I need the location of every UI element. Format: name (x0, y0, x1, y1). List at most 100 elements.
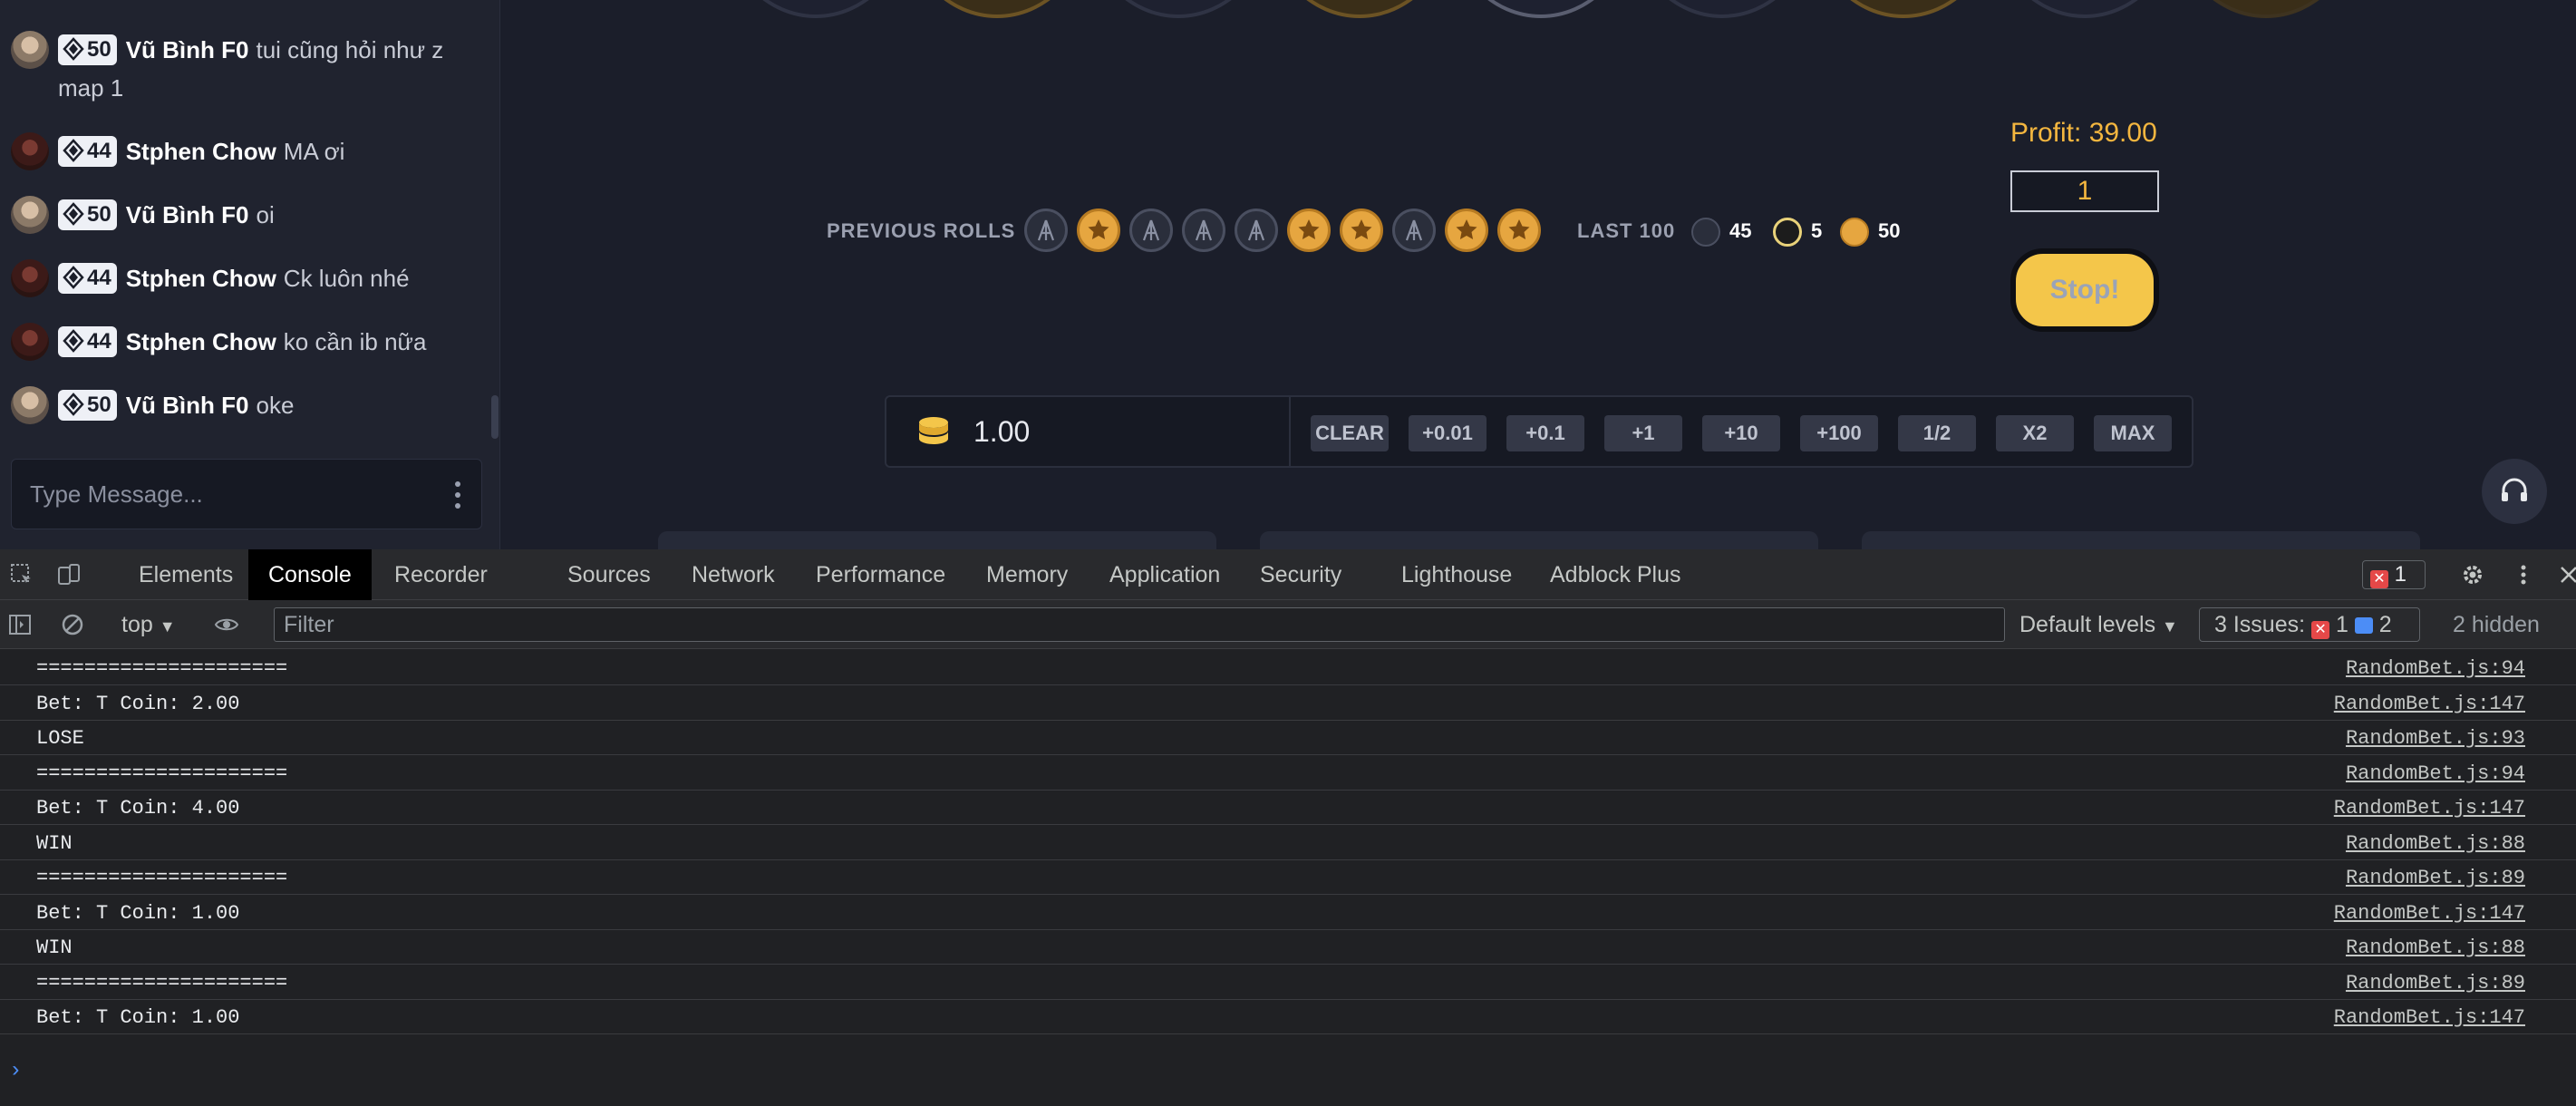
console-log-source-link[interactable]: RandomBet.js:147 (2334, 693, 2525, 715)
chat-scrollbar[interactable] (491, 395, 499, 439)
roll-ct-coin (1024, 209, 1068, 252)
level-badge: 44 (58, 263, 117, 294)
console-log-source-link[interactable]: RandomBet.js:88 (2346, 936, 2525, 959)
bet-card-bonus (1260, 531, 1818, 549)
avatar[interactable] (11, 386, 49, 424)
avatar[interactable] (11, 31, 49, 69)
chat-username[interactable]: Vũ Bình F0 (126, 392, 249, 419)
roulette-coin-t (906, 0, 1088, 18)
devtools-tab-bar: Elements Console Recorder Sources Network Per… (0, 549, 2576, 600)
chat-text: ko cần ib nữa (283, 328, 427, 355)
settings-gear-icon[interactable] (2460, 562, 2485, 587)
avatar[interactable] (11, 196, 49, 234)
bet-button-1[interactable]: +1 (1604, 415, 1682, 451)
bet-amount-value: 1.00 (973, 415, 1031, 448)
console-log-source-link[interactable]: RandomBet.js:147 (2334, 797, 2525, 820)
tab-security[interactable]: Security (1240, 549, 1361, 600)
tab-console[interactable]: Console (248, 549, 372, 600)
diamond-icon (63, 202, 84, 226)
chat-message-body: 50 Vũ Bình F0 oke (58, 386, 475, 424)
chat-username[interactable]: Stphen Chow (126, 138, 276, 165)
tab-application[interactable]: Application (1089, 549, 1240, 600)
console-log-row: ===================== RandomBet.js:94 (0, 651, 2576, 685)
chat-username[interactable]: Stphen Chow (126, 265, 276, 292)
chat-username[interactable]: Stphen Chow (126, 328, 276, 355)
avatar[interactable] (11, 132, 49, 170)
bet-button-0-1[interactable]: +0.1 (1506, 415, 1584, 451)
roll-ct-coin (1182, 209, 1225, 252)
console-log-row: ===================== RandomBet.js:89 (0, 860, 2576, 895)
ct-coin-icon (1691, 218, 1720, 247)
chat-username[interactable]: Vũ Bình F0 (126, 36, 249, 63)
console-log-message: WIN (36, 831, 73, 855)
issues-button[interactable]: 3 Issues: ✕ 1 2 (2199, 607, 2420, 642)
diamond-icon (63, 329, 84, 353)
avatar[interactable] (11, 323, 49, 361)
level-badge: 44 (58, 326, 117, 357)
inspect-element-icon[interactable] (9, 562, 34, 587)
game-page: 50 Vũ Bình F0 tui cũng hỏi như z map 1 44 St… (0, 0, 2576, 549)
roulette-coin-ct (725, 0, 906, 18)
roll-t-coin (1445, 209, 1488, 252)
console-log-message: ===================== (36, 971, 288, 994)
close-icon[interactable] (2556, 562, 2576, 587)
stop-button[interactable]: Stop! (2010, 248, 2159, 332)
bet-button-10[interactable]: +10 (1702, 415, 1780, 451)
more-options-icon[interactable] (2511, 562, 2536, 587)
chat-username[interactable]: Vũ Bình F0 (126, 201, 249, 228)
issue-message-icon (2354, 617, 2373, 634)
tab-adblock-plus[interactable]: Adblock Plus (1530, 549, 1701, 600)
console-log-message: ===================== (36, 762, 288, 785)
log-levels-dropdown[interactable]: Default levels ▼ (2019, 607, 2178, 642)
console-log-row: Bet: T Coin: 1.00 RandomBet.js:147 (0, 896, 2576, 930)
tab-network[interactable]: Network (672, 549, 795, 600)
console-log-message: LOSE (36, 727, 84, 750)
console-log-source-link[interactable]: RandomBet.js:94 (2346, 657, 2525, 680)
roulette-coin-ct (1450, 0, 1632, 18)
bet-button-0-01[interactable]: +0.01 (1409, 415, 1487, 451)
tab-sources[interactable]: Sources (547, 549, 671, 600)
console-log-message: Bet: T Coin: 4.00 (36, 797, 240, 820)
chat-message-body: 44 Stphen Chow Ck luôn nhé (58, 259, 475, 297)
bet-button-100[interactable]: +100 (1800, 415, 1878, 451)
device-toolbar-icon[interactable] (56, 562, 82, 587)
eye-icon[interactable] (214, 612, 239, 637)
tab-elements[interactable]: Elements (119, 549, 253, 600)
console-log-source-link[interactable]: RandomBet.js:93 (2346, 727, 2525, 750)
console-log-source-link[interactable]: RandomBet.js:89 (2346, 867, 2525, 889)
bet-button-max[interactable]: MAX (2094, 415, 2172, 451)
devtools-panel: Elements Console Recorder Sources Network Per… (0, 549, 2576, 1106)
console-log-row: WIN RandomBet.js:88 (0, 826, 2576, 860)
console-log-source-link[interactable]: RandomBet.js:94 (2346, 762, 2525, 785)
sidebar-toggle-icon[interactable] (7, 612, 33, 637)
context-selector[interactable]: top ▼ (121, 607, 176, 642)
clear-console-icon[interactable] (60, 612, 85, 637)
console-log-source-link[interactable]: RandomBet.js:88 (2346, 832, 2525, 855)
console-log-row: Bet: T Coin: 2.00 RandomBet.js:147 (0, 686, 2576, 721)
bet-button-x2[interactable]: X2 (1996, 415, 2074, 451)
avatar[interactable] (11, 259, 49, 297)
tab-lighthouse[interactable]: Lighthouse (1381, 549, 1532, 600)
bet-amount-field[interactable]: 1.00 (886, 397, 1291, 466)
console-log-source-link[interactable]: RandomBet.js:147 (2334, 1006, 2525, 1029)
support-button[interactable] (2482, 459, 2547, 524)
issue-error-icon: ✕ (2311, 621, 2330, 639)
bet-button-1-2[interactable]: 1/2 (1898, 415, 1976, 451)
console-log-row: WIN RandomBet.js:88 (0, 930, 2576, 965)
tab-performance[interactable]: Performance (796, 549, 965, 600)
auto-bet-input[interactable] (2010, 170, 2159, 212)
more-vertical-icon[interactable] (454, 481, 461, 510)
console-log-message: ===================== (36, 867, 288, 889)
console-prompt[interactable]: › (9, 1059, 22, 1083)
chat-message-input[interactable] (30, 476, 411, 512)
console-log-source-link[interactable]: RandomBet.js:89 (2346, 972, 2525, 994)
console-log-source-link[interactable]: RandomBet.js:147 (2334, 902, 2525, 925)
level-value: 44 (87, 266, 111, 290)
level-badge: 50 (58, 390, 117, 421)
tab-memory[interactable]: Memory (966, 549, 1088, 600)
tab-recorder[interactable]: Recorder (374, 549, 508, 600)
error-count-badge[interactable]: ✕ 1 (2362, 560, 2426, 589)
level-value: 44 (87, 329, 111, 354)
bet-button-clear[interactable]: CLEAR (1311, 415, 1389, 451)
console-filter-input[interactable] (274, 607, 2005, 642)
